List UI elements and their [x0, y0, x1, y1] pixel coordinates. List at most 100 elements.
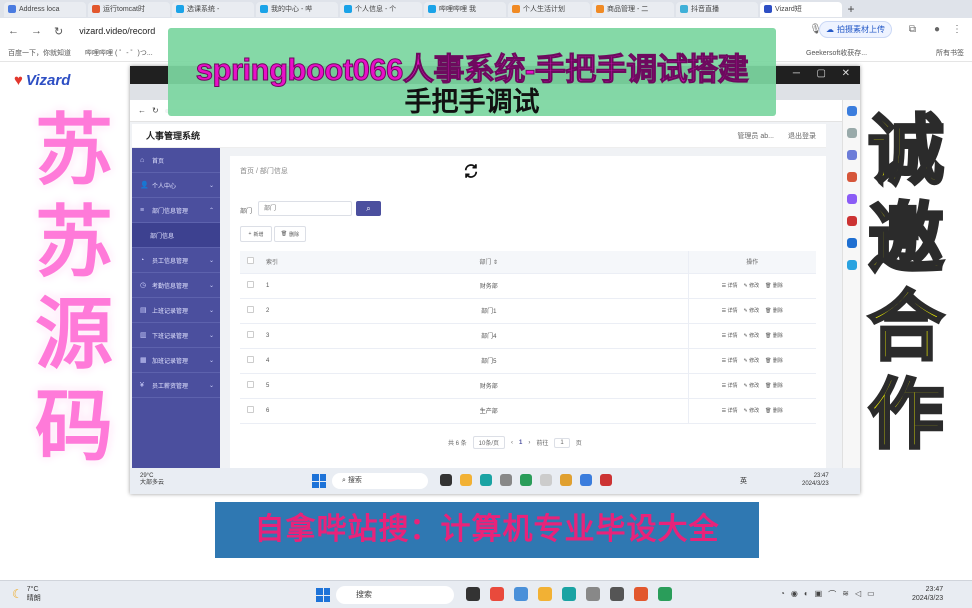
windows-start-icon[interactable] — [316, 588, 330, 602]
bookmark-item[interactable]: 百度一下，你就知道 — [8, 48, 71, 58]
games-icon[interactable] — [847, 194, 857, 204]
sidebar-item-dept-management[interactable]: ≡ 部门信息管理 ⌃ — [132, 198, 220, 223]
maximize-icon[interactable]: ▢ — [817, 68, 826, 79]
prev-page-button[interactable]: ‹ — [511, 440, 513, 446]
row-checkbox[interactable] — [240, 273, 260, 299]
sidebar-item-dept-info[interactable]: 部门信息 — [132, 223, 220, 248]
tray-app-icon[interactable]: ◔ — [780, 589, 785, 600]
row-edit-button[interactable]: ✎ 修改 — [744, 307, 760, 314]
next-page-button[interactable]: › — [528, 440, 530, 446]
sidebar-item-home[interactable]: ⌂ 首页 — [132, 148, 220, 173]
select-all-checkbox[interactable] — [240, 251, 260, 274]
delete-button[interactable]: 🗑 删除 — [274, 226, 306, 242]
office-icon[interactable] — [847, 216, 857, 226]
row-delete-button[interactable]: 🗑 删除 — [765, 357, 783, 364]
browser-tab[interactable]: 我的中心 - 哔 — [256, 1, 338, 17]
row-delete-button[interactable]: 🗑 删除 — [765, 382, 783, 389]
row-edit-button[interactable]: ✎ 修改 — [744, 382, 760, 389]
menu-icon[interactable]: ⋮ — [952, 24, 962, 35]
send-icon[interactable] — [847, 260, 857, 270]
windows-start-icon[interactable] — [312, 474, 326, 488]
input-language[interactable]: 英 — [740, 476, 747, 486]
forward-icon[interactable]: → — [31, 25, 42, 37]
browser-tab-active[interactable]: Vizard短 — [760, 1, 842, 17]
file-explorer-icon[interactable] — [538, 587, 552, 601]
volume-icon[interactable]: ◁ — [855, 589, 861, 600]
browser-tab[interactable]: 商品管理 - 二 — [592, 1, 674, 17]
row-checkbox[interactable] — [240, 398, 260, 424]
inner-taskbar-search[interactable]: ⌕ 搜索 — [332, 473, 428, 489]
dept-filter-input[interactable] — [258, 201, 352, 216]
extensions-icon[interactable]: ⧉ — [909, 24, 916, 35]
row-detail-button[interactable]: ☰ 详情 — [722, 407, 738, 414]
close-icon[interactable]: ✕ — [842, 68, 850, 79]
app-icon[interactable] — [610, 587, 624, 601]
app-icon[interactable] — [560, 474, 572, 486]
task-view-icon[interactable] — [466, 587, 480, 601]
browser-tab[interactable]: 运行tomcat时 — [88, 1, 170, 17]
settings-icon[interactable] — [500, 474, 512, 486]
new-tab-button[interactable]: + — [844, 2, 858, 16]
all-bookmarks[interactable]: 所有书签 — [936, 48, 964, 58]
app-icon[interactable] — [580, 474, 592, 486]
copilot-icon[interactable] — [847, 106, 857, 116]
column-header-dept[interactable]: 部门 ⇕ — [290, 251, 688, 274]
logout-link[interactable]: 退出登录 — [788, 131, 816, 141]
browser-tab[interactable]: 选课系统 - — [172, 1, 254, 17]
tray-app-icon[interactable]: ⌒ — [828, 589, 836, 600]
sidebar-item-checkout[interactable]: ▥ 下班记录管理 ⌄ — [132, 323, 220, 348]
sidebar-item-checkin[interactable]: ▤ 上班记录管理 ⌄ — [132, 298, 220, 323]
row-delete-button[interactable]: 🗑 删除 — [765, 332, 783, 339]
inner-clock[interactable]: 23:47 2024/3/23 — [802, 472, 829, 488]
weather-widget[interactable]: ☾ 7°C 晴朗 — [12, 585, 41, 603]
sidebar-item-profile[interactable]: 👤 个人中心 ⌄ — [132, 173, 220, 198]
row-edit-button[interactable]: ✎ 修改 — [744, 357, 760, 364]
edge-icon[interactable] — [480, 474, 492, 486]
tray-app-icon[interactable]: ◉ — [791, 589, 798, 600]
profile-icon[interactable]: ● — [934, 24, 940, 35]
wifi-icon[interactable]: ≋ — [842, 589, 849, 600]
wechat-icon[interactable] — [658, 587, 672, 601]
clock[interactable]: 23:47 2024/3/23 — [912, 585, 943, 603]
back-icon[interactable]: ← — [8, 25, 19, 37]
chrome-icon[interactable] — [490, 587, 504, 601]
browser-tab[interactable]: 哔哩哔哩 我 — [424, 1, 506, 17]
row-detail-button[interactable]: ☰ 详情 — [722, 282, 738, 289]
search-icon[interactable] — [847, 128, 857, 138]
notepad-icon[interactable] — [540, 474, 552, 486]
sidebar-item-salary[interactable]: ¥ 员工薪资管理 ⌄ — [132, 373, 220, 398]
row-checkbox[interactable] — [240, 298, 260, 324]
sidebar-item-attendance[interactable]: ◷ 考勤信息管理 ⌄ — [132, 273, 220, 298]
search-button[interactable]: ⌕ — [356, 201, 381, 216]
bookmark-item[interactable]: 哔哩哔哩 ( ゜- ゜)つ... — [85, 48, 153, 58]
row-checkbox[interactable] — [240, 323, 260, 349]
edge-icon[interactable] — [562, 587, 576, 601]
sidebar-item-employees[interactable]: ◔ 员工信息管理 ⌄ — [132, 248, 220, 273]
battery-icon[interactable]: ▭ — [867, 589, 875, 600]
tray-app-icon[interactable]: ◐ — [804, 589, 809, 600]
browser-tab[interactable]: 个人生活计划 — [508, 1, 590, 17]
row-detail-button[interactable]: ☰ 详情 — [722, 357, 738, 364]
wechat-icon[interactable] — [520, 474, 532, 486]
goto-page-input[interactable]: 1 — [554, 437, 570, 448]
current-page[interactable]: 1 — [519, 440, 522, 446]
row-edit-button[interactable]: ✎ 修改 — [744, 282, 760, 289]
reload-icon[interactable]: ↻ — [54, 25, 63, 38]
app-icon[interactable] — [634, 587, 648, 601]
app-icon[interactable] — [600, 474, 612, 486]
minimize-icon[interactable]: ─ — [793, 68, 800, 79]
browser-tab[interactable]: 抖音直播 — [676, 1, 758, 17]
row-checkbox[interactable] — [240, 348, 260, 374]
row-delete-button[interactable]: 🗑 删除 — [765, 282, 783, 289]
file-explorer-icon[interactable] — [460, 474, 472, 486]
row-edit-button[interactable]: ✎ 修改 — [744, 332, 760, 339]
row-edit-button[interactable]: ✎ 修改 — [744, 407, 760, 414]
reload-icon[interactable]: ↻ — [152, 106, 159, 115]
url-field[interactable]: vizard.video/record — [79, 26, 155, 36]
row-detail-button[interactable]: ☰ 详情 — [722, 382, 738, 389]
settings-icon[interactable] — [586, 587, 600, 601]
row-detail-button[interactable]: ☰ 详情 — [722, 307, 738, 314]
back-icon[interactable]: ← — [138, 106, 146, 115]
tag-icon[interactable] — [847, 150, 857, 160]
row-delete-button[interactable]: 🗑 删除 — [765, 307, 783, 314]
